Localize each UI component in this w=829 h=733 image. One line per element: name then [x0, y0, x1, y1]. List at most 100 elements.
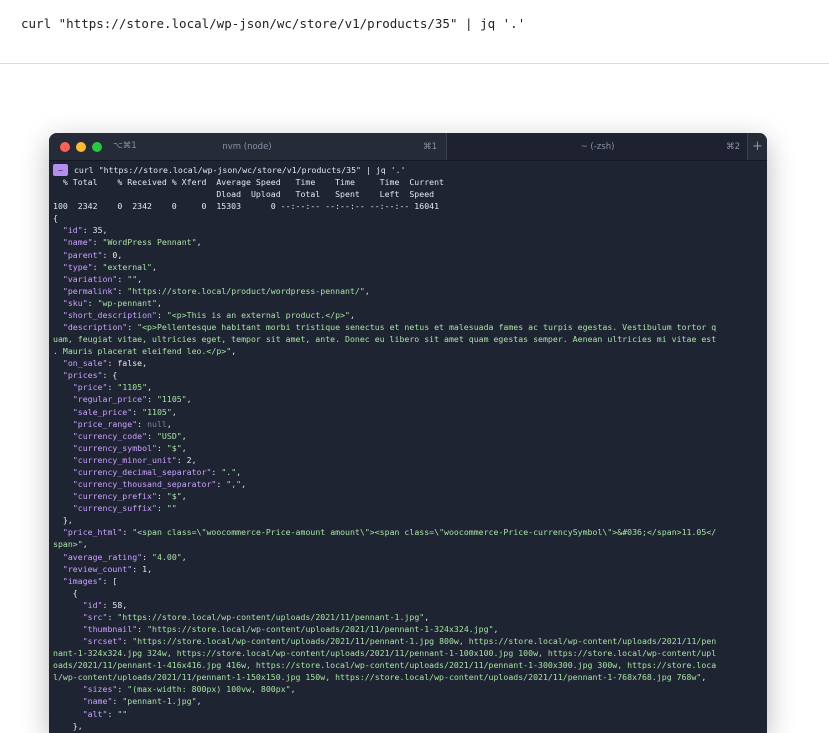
json-token: : — [112, 696, 123, 707]
new-tab-button[interactable]: + — [747, 133, 767, 160]
json-token: "regular_price" — [72, 394, 148, 405]
json-line: "price_range": null, — [53, 418, 763, 430]
json-token: , — [231, 346, 237, 357]
json-token: "https://store.local/wp-content/uploads/… — [132, 636, 717, 647]
json-line: "id": 35, — [53, 224, 763, 236]
json-token: "pennant-1.jpg" — [122, 696, 197, 707]
json-token: : — [156, 491, 167, 502]
json-token: uam, feugiat vitae, ultricies eget, temp… — [53, 334, 717, 345]
json-line: "name": "WordPress Pennant", — [53, 236, 763, 248]
json-token: : — [107, 611, 118, 622]
json-token: : — [216, 479, 227, 490]
json-token: : — [156, 503, 167, 514]
json-token: : — [82, 225, 93, 236]
json-token: "prices" — [62, 370, 103, 381]
json-token: "review_count" — [62, 563, 133, 574]
json-token: "name" — [82, 696, 113, 707]
tab-title: ~ (-zsh) — [580, 142, 615, 152]
json-line: "parent": 0, — [53, 249, 763, 261]
json-token: , — [364, 285, 370, 296]
json-line: l/wp-content/uploads/2021/11/pennant-1-1… — [53, 671, 763, 683]
json-token: , — [122, 599, 128, 610]
json-token: , — [191, 454, 197, 465]
json-line: }, — [53, 514, 763, 526]
json-line: "type": "external", — [53, 261, 763, 273]
json-line: "id": 58, — [53, 599, 763, 611]
json-token: "currency_symbol" — [72, 442, 157, 453]
json-token: "srcset" — [82, 636, 123, 647]
json-token: , — [181, 430, 187, 441]
json-token: "$" — [166, 491, 182, 502]
json-line: }, — [53, 720, 763, 732]
json-line: "sku": "wp-pennant", — [53, 297, 763, 309]
json-token: , — [241, 479, 247, 490]
json-token: "thumbnail" — [82, 623, 138, 634]
title-bar: ⌥⌘1 nvm (node) ⌘1 ~ (-zsh) ⌘2 + — [49, 133, 767, 161]
json-token: "on_sale" — [62, 358, 108, 369]
json-line: "currency_minor_unit": 2, — [53, 454, 763, 466]
json-token: oads/2021/11/pennant-1-416x416.jpg 416w,… — [53, 660, 717, 671]
json-output: { "id": 35, "name": "WordPress Pennant",… — [53, 212, 763, 731]
json-token: , — [493, 623, 499, 634]
json-line: oads/2021/11/pennant-1-416x416.jpg 416w,… — [53, 659, 763, 671]
json-line: "sale_price": "1105", — [53, 406, 763, 418]
json-line: "short_description": "<p>This is an exte… — [53, 309, 763, 321]
json-token: : — [176, 454, 187, 465]
json-token: , — [147, 563, 153, 574]
json-line: "currency_suffix": "" — [53, 502, 763, 514]
json-token: span>" — [53, 539, 83, 550]
json-token: "external" — [102, 261, 153, 272]
json-token: , — [424, 611, 430, 622]
json-token: , — [701, 672, 707, 683]
json-token: "currency_decimal_separator" — [72, 466, 212, 477]
json-token: , — [156, 297, 162, 308]
json-token: : — [211, 466, 222, 477]
json-token: }, — [53, 515, 73, 526]
json-token: : — [117, 684, 128, 695]
json-token: "$" — [166, 442, 182, 453]
tab-zsh[interactable]: ~ (-zsh) ⌘2 — [446, 133, 748, 160]
command-bar: curl "https://store.local/wp-json/wc/sto… — [0, 0, 829, 64]
json-token: , — [117, 249, 123, 260]
json-token: { — [53, 587, 78, 598]
json-token: "variation" — [62, 273, 118, 284]
json-line: "srcset": "https://store.local/wp-conten… — [53, 635, 763, 647]
json-token: , — [181, 551, 187, 562]
json-token: , — [181, 442, 187, 453]
json-token: "<span class=\"woocommerce-Price-amount … — [132, 527, 717, 538]
tab-nvm[interactable]: ⌥⌘1 nvm (node) ⌘1 — [49, 133, 445, 160]
json-line: "images": [ — [53, 575, 763, 587]
terminal-output[interactable]: ~ curl "https://store.local/wp-json/wc/st… — [53, 164, 763, 732]
json-token: , — [137, 273, 143, 284]
json-token: , — [152, 261, 157, 272]
json-token: , — [236, 466, 242, 477]
json-token: , — [142, 358, 148, 369]
json-line: "currency_symbol": "$", — [53, 442, 763, 454]
json-token: "sizes" — [82, 684, 118, 695]
json-token: l/wp-content/uploads/2021/11/pennant-1-1… — [53, 672, 702, 683]
json-token: "https://store.local/product/wordpress-p… — [127, 285, 365, 296]
json-token: "short_description" — [62, 309, 157, 320]
json-token: : — [147, 394, 157, 405]
json-line: "variation": "", — [53, 273, 763, 285]
json-token: "" — [127, 273, 138, 284]
json-token: : — [137, 623, 148, 634]
json-line: "sizes": "(max-width: 800px) 100vw, 800p… — [53, 683, 763, 695]
json-line: "thumbnail": "https://store.local/wp-con… — [53, 623, 763, 635]
json-line: "currency_prefix": "$", — [53, 490, 763, 502]
json-token: "" — [166, 503, 177, 514]
json-token: : [ — [102, 575, 118, 586]
